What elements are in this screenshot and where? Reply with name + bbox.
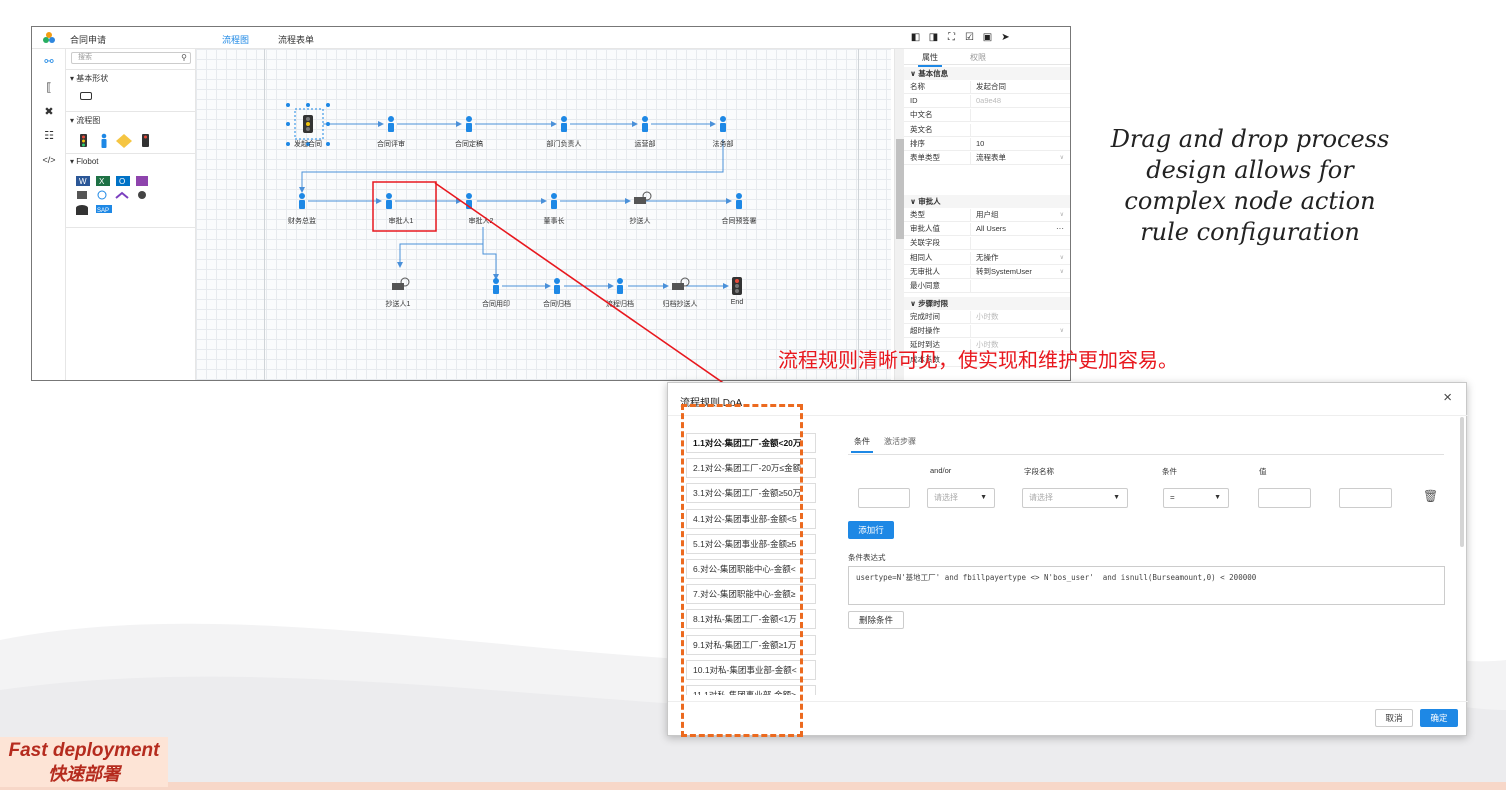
and-or-select[interactable]: 请选择 ▼ bbox=[927, 488, 995, 508]
chinese-caption: 流程规则清晰可见，使实现和维护更加容易。 bbox=[778, 350, 1178, 372]
paren-close-input[interactable] bbox=[1339, 488, 1392, 508]
field-name-select[interactable]: 请选择 ▼ bbox=[1022, 488, 1128, 508]
column-and-or: and/or bbox=[930, 466, 952, 475]
fast-deployment-badge: Fast deployment 快速部署 bbox=[0, 737, 168, 787]
highlight-rule-list-box bbox=[681, 404, 803, 737]
column-condition: 条件 bbox=[1162, 467, 1177, 476]
column-value: 值 bbox=[1259, 467, 1267, 476]
ok-button[interactable]: 确定 bbox=[1420, 709, 1458, 727]
column-field-name: 字段名称 bbox=[1024, 467, 1054, 476]
delete-condition-button[interactable]: 删除条件 bbox=[848, 611, 904, 629]
operator-select[interactable]: = ▼ bbox=[1163, 488, 1229, 508]
cancel-button[interactable]: 取消 bbox=[1375, 709, 1413, 727]
tab-conditions[interactable]: 条件 bbox=[851, 436, 873, 453]
add-row-button[interactable]: 添加行 bbox=[848, 521, 894, 539]
trash-icon[interactable]: 🗑 bbox=[1423, 489, 1438, 503]
english-caption: Drag and drop process design allows for … bbox=[1110, 125, 1390, 246]
expression-label: 条件表达式 bbox=[848, 553, 886, 562]
paren-open-input[interactable] bbox=[858, 488, 910, 508]
condition-expression-textarea[interactable]: usertype=N'基地工厂' and fbillpayertype <> N… bbox=[848, 566, 1445, 605]
dialog-scrollbar[interactable] bbox=[1460, 417, 1464, 547]
close-icon[interactable]: × bbox=[1443, 389, 1452, 406]
value-input[interactable] bbox=[1258, 488, 1311, 508]
tab-activate-steps[interactable]: 激活步骤 bbox=[884, 436, 916, 447]
